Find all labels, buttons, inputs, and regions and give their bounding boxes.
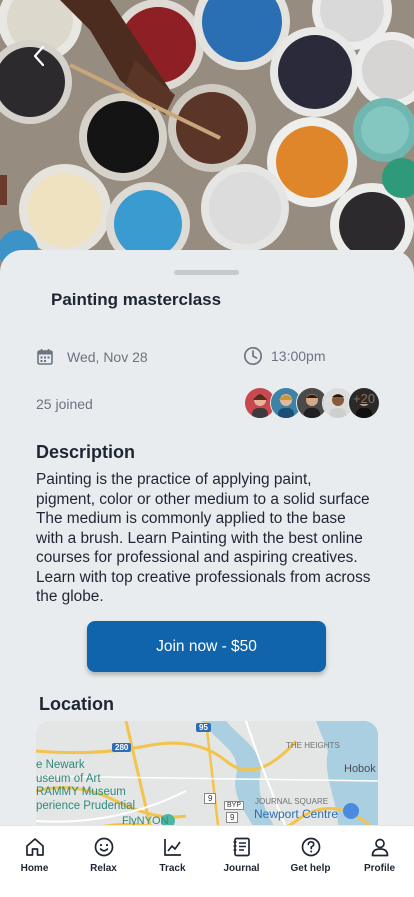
map-label: useum of Art: [36, 773, 101, 785]
map-label: JOURNAL SQUARE: [255, 797, 329, 806]
nav-home[interactable]: Home: [0, 826, 69, 897]
nav-profile[interactable]: Profile: [345, 826, 414, 897]
map-label: 280: [112, 743, 132, 752]
map-label: e Newark: [36, 759, 85, 771]
nav-label: Home: [20, 863, 49, 874]
bottom-navigation: Home Relax Track Journal Get help Profil…: [0, 825, 414, 897]
map-label: 95: [196, 723, 211, 732]
event-date-text: Wed, Nov 28: [67, 349, 148, 365]
calendar-icon: [37, 349, 53, 365]
help-circle-icon: [301, 837, 320, 857]
location-map[interactable]: 95 280 e Newark useum of Art THE HEIGHTS…: [36, 721, 378, 825]
nav-label: Profile: [363, 863, 396, 874]
event-date: Wed, Nov 28: [36, 348, 148, 366]
home-icon: [25, 838, 44, 856]
map-label: RAMMY Museum: [36, 786, 126, 798]
map-label: Hobok: [344, 763, 376, 775]
nav-journal[interactable]: Journal: [207, 826, 276, 897]
clock-icon: [243, 346, 263, 366]
join-now-button[interactable]: Join now - $50: [87, 621, 326, 672]
map-label: BYP: [224, 801, 245, 810]
extra-attendees-count: +20: [353, 391, 376, 406]
nav-label: Get help: [290, 863, 331, 874]
map-label: FlyNYON: [122, 815, 169, 825]
map-label: Newport Centre: [254, 807, 339, 821]
nav-relax[interactable]: Relax: [69, 826, 138, 897]
event-details-sheet: Painting masterclass Wed, Nov 28 13:00pm…: [0, 250, 414, 825]
map-label: 9: [204, 793, 217, 804]
description-text: Painting is the practice of applying pai…: [36, 471, 371, 605]
back-button[interactable]: [30, 44, 58, 76]
event-time: 13:00pm: [243, 346, 325, 366]
nav-get-help[interactable]: Get help: [276, 826, 345, 897]
event-time-text: 13:00pm: [271, 348, 326, 364]
event-title: Painting masterclass: [51, 290, 222, 309]
drag-handle[interactable]: [174, 270, 239, 275]
joined-count: 25 joined: [36, 396, 93, 412]
journal-icon: [233, 837, 250, 857]
chevron-left-icon: [33, 45, 45, 67]
description-heading: Description: [36, 442, 136, 462]
smile-icon: [94, 837, 113, 857]
map-label: perience Prudential: [36, 800, 136, 812]
chart-line-icon: [163, 839, 181, 856]
nav-track[interactable]: Track: [138, 826, 207, 897]
nav-label: Track: [159, 863, 186, 874]
map-label: 9: [226, 812, 239, 823]
user-icon: [371, 838, 388, 857]
map-label: THE HEIGHTS: [286, 741, 340, 750]
location-heading: Location: [39, 694, 114, 714]
nav-label: Relax: [90, 863, 117, 874]
nav-label: Journal: [223, 863, 260, 874]
